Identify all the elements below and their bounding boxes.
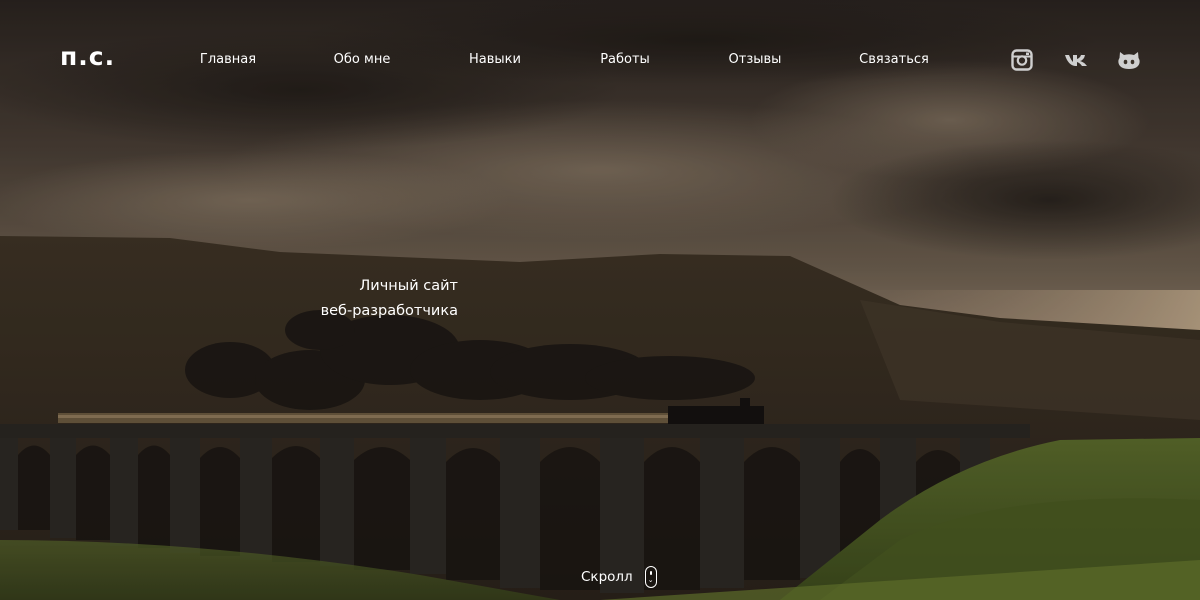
site-header: п.с. Главная Обо мне Навыки Работы Отзыв… — [0, 0, 1200, 120]
scroll-down-button[interactable]: Скролл ⌄ — [581, 564, 657, 590]
github-link[interactable] — [1117, 48, 1141, 72]
nav-reviews[interactable]: Отзывы — [729, 52, 782, 67]
nav-home[interactable]: Главная — [200, 52, 256, 67]
nav-skills[interactable]: Навыки — [469, 52, 521, 67]
tagline-line-2: веб-разработчика — [320, 303, 458, 319]
vk-icon — [1065, 55, 1087, 66]
hero-tagline: Личный сайт веб-разработчика — [230, 274, 458, 324]
instagram-link[interactable] — [1010, 48, 1034, 72]
nav-works[interactable]: Работы — [600, 52, 650, 67]
tagline-line-1: Личный сайт — [359, 278, 458, 294]
scroll-label: Скролл — [581, 569, 633, 585]
vk-link[interactable] — [1064, 48, 1088, 72]
nav-contact[interactable]: Связаться — [859, 52, 929, 67]
github-icon — [1118, 52, 1140, 69]
mouse-scroll-icon: ⌄ — [644, 566, 657, 588]
instagram-icon — [1011, 49, 1033, 71]
nav-about[interactable]: Обо мне — [334, 52, 391, 67]
